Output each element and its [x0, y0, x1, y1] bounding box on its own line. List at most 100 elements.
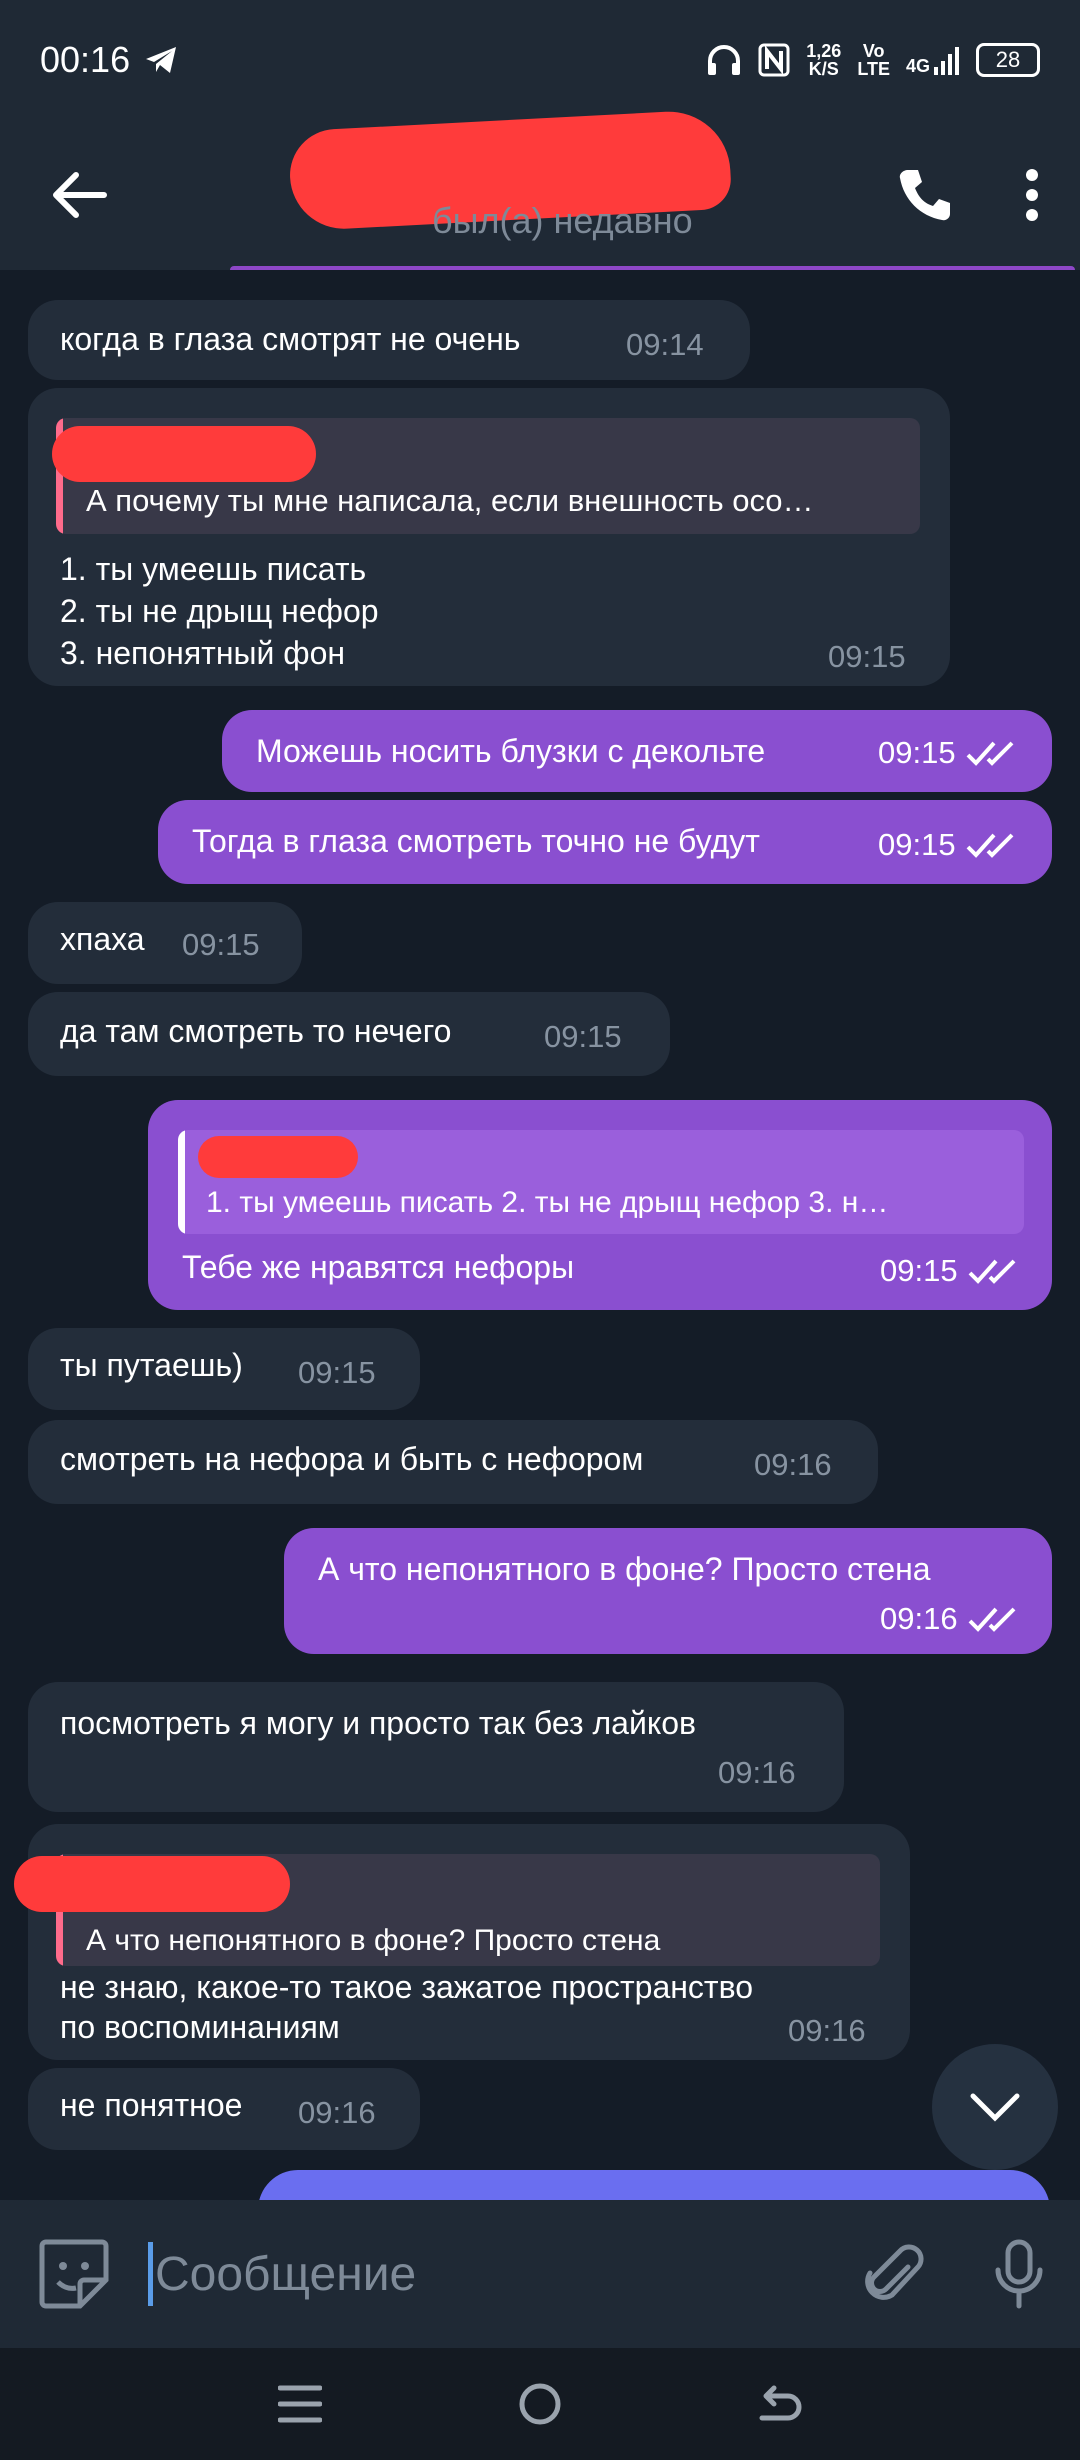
- message-time: 09:15: [880, 1250, 1020, 1292]
- message-time: 09:16: [718, 1752, 796, 1794]
- home-button[interactable]: [518, 2382, 562, 2426]
- signal-icon: 4G: [906, 45, 960, 75]
- reply-text: А что непонятного в фоне? Просто стена: [86, 1924, 661, 1957]
- time-label: 09:16: [788, 2013, 866, 2048]
- message-text: А что непонятного в фоне? Просто стена: [318, 1551, 931, 1587]
- double-check-icon: [966, 741, 1013, 766]
- message-time: 09:15: [298, 1352, 376, 1394]
- back-nav-button[interactable]: [758, 2384, 802, 2424]
- time-label: 09:14: [626, 327, 704, 362]
- message-outgoing[interactable]: Можешь носить блузки с декольте 09:15: [222, 710, 1052, 792]
- message-time: 09:15: [878, 824, 1018, 866]
- message-line: 1. ты умеешь писать: [60, 551, 367, 587]
- attach-button[interactable]: [864, 2241, 924, 2307]
- battery-icon: 28: [976, 43, 1040, 77]
- status-time: 00:16: [40, 39, 131, 80]
- recents-button[interactable]: [278, 2384, 322, 2424]
- time-label: 09:15: [878, 827, 956, 862]
- message-incoming[interactable]: смотреть на нефора и быть с нефором 09:1…: [28, 1420, 878, 1504]
- scroll-down-button[interactable]: [932, 2044, 1058, 2170]
- status-bar: 00:16 1,26 K/S Vo LTE 4G 28: [0, 0, 1080, 120]
- message-text: смотреть на нефора и быть с нефором: [60, 1441, 644, 1477]
- message-text: Тебе же нравятся нефоры: [182, 1249, 575, 1285]
- message-incoming[interactable]: посмотреть я могу и просто так без лайко…: [28, 1682, 844, 1812]
- chat-title[interactable]: был(а) недавно: [180, 108, 896, 270]
- time-label: 09:15: [828, 639, 906, 674]
- telegram-icon: [144, 45, 178, 75]
- message-text: посмотреть я могу и просто так без лайко…: [60, 1705, 696, 1741]
- nfc-icon: [758, 43, 790, 77]
- time-label: 09:16: [880, 1601, 958, 1636]
- message-incoming[interactable]: не понятное 09:16: [28, 2068, 420, 2150]
- chat-header: был(а) недавно: [0, 108, 1080, 270]
- message-incoming[interactable]: ты путаешь) 09:15: [28, 1328, 420, 1410]
- message-line: по воспоминаниям: [60, 2009, 340, 2045]
- message-time: 09:16: [880, 1598, 1020, 1640]
- message-time: 09:16: [754, 1444, 832, 1486]
- message-text: да там смотреть то нечего: [60, 1013, 452, 1049]
- message-incoming[interactable]: да там смотреть то нечего 09:15: [28, 992, 670, 1076]
- headphones-icon: [706, 43, 742, 77]
- time-label: 09:16: [298, 2095, 376, 2130]
- keyboard-suggestion-strip: [258, 2170, 1050, 2200]
- message-incoming[interactable]: когда в глаза смотрят не очень 09:14: [28, 300, 750, 380]
- double-check-icon: [968, 1607, 1015, 1632]
- message-time: 09:15: [828, 636, 906, 678]
- menu-icon: [278, 2385, 322, 2423]
- message-text: Тогда в глаза смотреть точно не будут: [192, 823, 760, 859]
- time-label: 09:16: [718, 1755, 796, 1790]
- message-input[interactable]: Сообщение: [155, 2247, 864, 2302]
- time-label: 09:15: [544, 1019, 622, 1054]
- message-time: 09:16: [788, 2010, 866, 2052]
- network-type: 4G: [905, 56, 930, 76]
- more-vertical-icon: [1026, 169, 1038, 221]
- message-text: Можешь носить блузки с декольте: [256, 733, 766, 769]
- message-incoming[interactable]: хпаха 09:15: [28, 902, 302, 984]
- message-text: когда в глаза смотрят не очень: [60, 321, 521, 357]
- time-label: 09:15: [878, 735, 956, 770]
- time-label: 09:16: [754, 1447, 832, 1482]
- message-line: 2. ты не дрыщ нефор: [60, 593, 379, 629]
- message-line: 3. непонятный фон: [60, 635, 346, 671]
- reply-text: 1. ты умеешь писать 2. ты не дрыщ нефор …: [206, 1186, 889, 1219]
- message-time: 09:16: [298, 2092, 376, 2134]
- home-circle-icon: [519, 2383, 561, 2425]
- last-seen-status: был(а) недавно: [432, 200, 693, 241]
- more-options-button[interactable]: [1024, 167, 1040, 223]
- paperclip-icon: [865, 2244, 924, 2300]
- message-outgoing[interactable]: Тогда в глаза смотреть точно не будут 09…: [158, 800, 1052, 884]
- emoji-button[interactable]: [36, 2236, 112, 2312]
- redacted-reply-author: [52, 426, 316, 482]
- call-button[interactable]: [896, 166, 954, 224]
- microphone-icon: [995, 2239, 1043, 2309]
- battery-level: 28: [995, 47, 1021, 72]
- volte-top: Vo: [862, 41, 885, 61]
- reply-text: А почему ты мне написала, если внешность…: [86, 483, 814, 518]
- message-outgoing[interactable]: 1. ты умеешь писать 2. ты не дрыщ нефор …: [148, 1100, 1052, 1310]
- message-time: 09:15: [544, 1016, 622, 1058]
- phone-icon: [899, 170, 950, 221]
- message-outgoing[interactable]: А что непонятного в фоне? Просто стена 0…: [284, 1528, 1052, 1654]
- message-incoming[interactable]: А почему ты мне написала, если внешность…: [28, 388, 950, 686]
- message-composer: Сообщение: [0, 2200, 1080, 2348]
- redacted-reply-author: [198, 1136, 358, 1178]
- back-arrow-icon: [759, 2385, 802, 2421]
- message-incoming[interactable]: А что непонятного в фоне? Просто стена н…: [14, 1824, 910, 2060]
- speed-unit: K/S: [808, 59, 839, 79]
- chevron-down-icon: [970, 2093, 1020, 2122]
- redacted-reply-author: [14, 1856, 290, 1912]
- voice-button[interactable]: [994, 2238, 1044, 2310]
- message-text: не понятное: [60, 2087, 243, 2123]
- volte-indicator: Vo LTE: [857, 42, 890, 78]
- double-check-icon: [966, 833, 1013, 858]
- message-text: хпаха: [60, 921, 145, 957]
- message-text: ты путаешь): [60, 1347, 243, 1383]
- volte-bottom: LTE: [857, 59, 890, 79]
- speed-value: 1,26: [806, 41, 842, 61]
- message-list[interactable]: когда в глаза смотрят не очень 09:14 А п…: [0, 270, 1080, 2200]
- back-button[interactable]: [40, 155, 120, 235]
- text-cursor: [148, 2242, 153, 2306]
- time-label: 09:15: [182, 927, 260, 962]
- arrow-left-icon: [53, 172, 107, 218]
- time-label: 09:15: [298, 1355, 376, 1390]
